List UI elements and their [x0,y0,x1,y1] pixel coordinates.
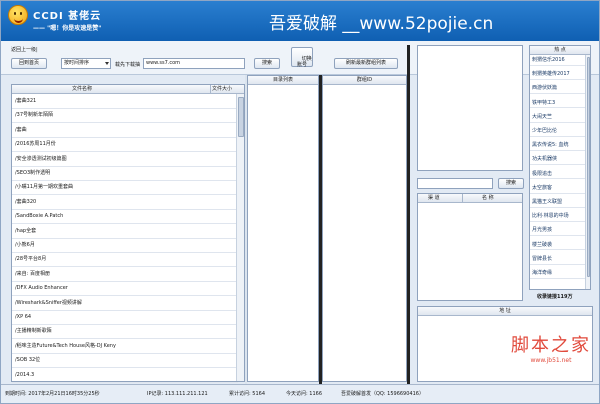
sort-select[interactable]: 按时间排序 [61,58,111,69]
col-channel[interactable]: 渠 道 [428,194,440,202]
back-link[interactable]: 返回上一级| [11,46,38,53]
watermark: 脚本之家 www.jb51.net [511,331,591,364]
file-row[interactable]: /套曲321 [12,94,238,109]
hot-item[interactable]: 月光男孩 [530,225,586,237]
app-window: CCDI 甚佬云 —— "嗯！你是攻速是赞" 吾爱破解 __www.52poji… [0,0,600,404]
hot-item[interactable]: 铁甲特工3 [530,98,586,109]
file-row[interactable]: /Wireshark&Sniffer视频讲解 [12,296,238,311]
file-row[interactable]: /小熊6月 [12,238,238,253]
smiley-logo-icon [8,5,28,25]
file-row[interactable]: /37号制新年陌陌 [12,108,238,124]
status-expire: 到期时间: 2017年2月21日16时35分25秒 [5,391,100,397]
hot-item[interactable]: 功夫机器侠 [530,154,586,166]
hot-item[interactable]: 刺猬信乐2016 [530,55,586,66]
file-row[interactable]: /hap全套 [12,224,238,239]
hot-item[interactable]: 极限追击 [530,169,586,180]
watermark-main: 脚本之家 [511,335,591,356]
refresh-groups-button[interactable]: 刷新最新群组列表 [334,58,398,69]
hot-item[interactable]: 西游伏妖篇 [530,83,586,95]
hot-item[interactable]: 比利·林恩的中场 [530,211,586,223]
file-row[interactable]: /DFX Audio Enhancer [12,281,238,297]
chevron-down-icon [105,62,109,65]
hot-item[interactable]: 太空旅客 [530,183,586,194]
status-today-visits: 今天访问: 1166 [286,391,322,397]
scrollbar-thumb[interactable] [238,97,244,137]
hot-item[interactable]: 大闹天竺 [530,112,586,123]
col-name[interactable]: 名 称 [482,194,494,202]
channel-search-input[interactable] [417,178,493,189]
channel-list-header: 渠 道 名 称 [418,194,522,203]
switch-account-button[interactable]: 切换 账号 [291,47,313,68]
header-banner: CCDI 甚佬云 —— "嗯！你是攻速是赞" 吾爱破解 __www.52poji… [1,1,599,41]
url-input[interactable]: www.ss7.com [143,58,245,69]
home-button[interactable]: 回到首页 [11,58,47,69]
file-row[interactable]: /来自: 百度相册 [12,267,238,282]
channel-search-button[interactable]: 搜索 [498,178,524,189]
search-button[interactable]: 搜索 [254,58,280,69]
dir-list-header: 目录列表 [248,76,318,85]
file-row[interactable]: /安全渗透测试初级篇图 [12,152,238,167]
dir-list-panel[interactable]: 目录列表 [247,75,319,382]
app-slogan: —— "嗯！你是攻速是赞" [33,25,102,32]
file-row[interactable]: /主播精制新歌陌 [12,324,238,340]
file-row[interactable]: /SOB 32位 [12,353,238,369]
file-row[interactable]: /28号平台8月 [12,252,238,268]
file-row[interactable]: /稻味主造Future&Tech House风格-DJ Keny [12,339,238,354]
hot-list-header: 热 点 [530,46,590,55]
file-row[interactable]: /2016苏周11月份 [12,137,238,153]
file-row[interactable]: /套曲 [12,123,238,138]
url-label: 载先下载抽 [115,62,141,68]
file-row[interactable]: /XP 64 [12,310,238,325]
file-list-panel: 文件名称 文件大小 /套曲321/37号制新年陌陌/套曲/2016苏周11月份 /… [11,84,245,383]
hot-item[interactable]: 楼兰破袭 [530,240,586,251]
watermark-sub: www.jb51.net [530,357,572,364]
app-title: CCDI 甚佬云 [33,11,102,22]
file-list-scrollbar[interactable] [236,94,244,381]
hot-item[interactable]: 黑猫王义联盟 [530,197,586,208]
preview-image-box [417,45,523,171]
site-banner-text: 吾爱破解 __www.52pojie.cn [269,14,494,34]
switch-account-label: 切换 账号 [296,56,312,68]
file-row[interactable]: /SandBoxie A.Patch [12,209,238,225]
hot-item[interactable]: 少年巴比伦 [530,126,586,137]
file-row[interactable]: /套曲320 [12,195,238,210]
divider[interactable] [407,45,410,384]
group-list-panel[interactable]: 群组ID [322,75,407,382]
hot-item[interactable]: 黑衣传说5: 血统 [530,140,586,152]
status-bar: 到期时间: 2017年2月21日16时35分25秒 IP记录: 113.111.… [1,384,599,403]
hot-item[interactable]: 刺猬英雄传2017 [530,69,586,81]
column-divider[interactable] [462,194,463,203]
status-ip: IP记录: 113.111.211.121 [147,391,208,397]
status-qq: 吾爱破解首发（QQ: 1596690416） [341,391,424,397]
hot-list-scrollbar[interactable] [585,55,590,289]
status-total-visits: 累计访问: 5164 [229,391,265,397]
hot-item[interactable]: 海洋奇缘 [530,268,586,279]
hot-count-label: 收录链接119万 [537,294,573,300]
channel-list-panel[interactable]: 渠 道 名 称 [417,193,523,301]
column-divider[interactable] [210,85,211,94]
hot-item[interactable]: 冒牌县长 [530,254,586,265]
file-list-header: 文件名称 文件大小 [12,85,244,94]
col-file-name[interactable]: 文件名称 [72,85,92,93]
group-list-header: 群组ID [323,76,406,85]
file-row[interactable]: /小嘴11月第一期欢重套曲 [12,180,238,196]
sort-select-value: 按时间排序 [64,60,90,66]
file-row[interactable]: /2014.3 [12,368,238,383]
col-file-size[interactable]: 文件大小 [212,85,232,93]
address-header: 地 址 [418,307,592,316]
hot-list-panel: 热 点 刺猬信乐2016 刺猬英雄传2017 西游伏妖篇铁甲特工3 大闹天竺少年巴比伦… [529,45,591,290]
scrollbar-thumb[interactable] [587,57,590,277]
file-row[interactable]: /SEO3制作透明 [12,166,238,181]
